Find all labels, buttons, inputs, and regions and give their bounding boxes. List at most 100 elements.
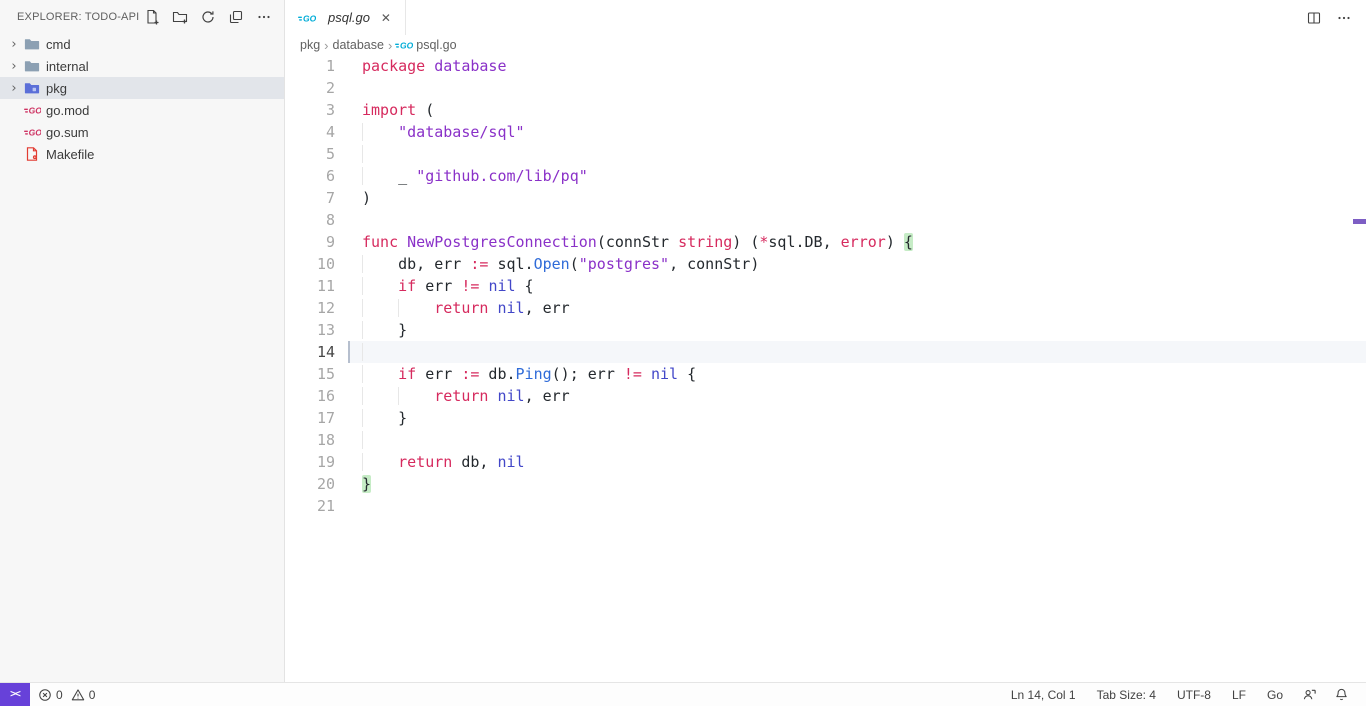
file-tree: ›cmd›internal›pkgGOgo.modGOgo.sumMakefil… bbox=[0, 33, 284, 682]
code-line[interactable]: 18 bbox=[285, 429, 1366, 451]
collapse-folders-icon[interactable] bbox=[226, 7, 246, 27]
makefile-icon bbox=[24, 146, 40, 162]
breadcrumb-item-database[interactable]: database bbox=[333, 38, 384, 52]
svg-text:GO: GO bbox=[400, 41, 413, 51]
status-bar: >< 0 0 Ln 14, Col 1 Tab Size: 4 UTF-8 LF… bbox=[0, 682, 1366, 706]
editor-more-actions-icon[interactable] bbox=[1336, 10, 1352, 26]
line-number: 5 bbox=[285, 143, 335, 165]
gutter-spacer bbox=[335, 99, 348, 121]
code-line[interactable]: 2 bbox=[285, 77, 1366, 99]
code-line-content: return db, nil bbox=[348, 451, 1366, 473]
tree-item-label: cmd bbox=[46, 37, 71, 52]
tree-item-internal[interactable]: ›internal bbox=[0, 55, 284, 77]
code-line[interactable]: 13 } bbox=[285, 319, 1366, 341]
code-line-content: if err != nil { bbox=[348, 275, 1366, 297]
chevron-right-icon: › bbox=[6, 59, 22, 74]
line-number: 20 bbox=[285, 473, 335, 495]
line-number: 19 bbox=[285, 451, 335, 473]
refresh-icon[interactable] bbox=[198, 7, 218, 27]
code-line[interactable]: 14 bbox=[285, 341, 1366, 363]
tree-item-go-mod[interactable]: GOgo.mod bbox=[0, 99, 284, 121]
code-line[interactable]: 3import ( bbox=[285, 99, 1366, 121]
line-number: 2 bbox=[285, 77, 335, 99]
warning-count: 0 bbox=[89, 688, 96, 702]
new-file-icon[interactable] bbox=[142, 7, 162, 27]
folder-icon bbox=[24, 58, 40, 74]
go-file-icon: GO bbox=[299, 10, 315, 26]
line-number: 11 bbox=[285, 275, 335, 297]
tree-item-label: Makefile bbox=[46, 147, 94, 162]
code-line[interactable]: 8 bbox=[285, 209, 1366, 231]
line-number: 15 bbox=[285, 363, 335, 385]
code-line-content: } bbox=[348, 473, 1366, 495]
tab-size[interactable]: Tab Size: 4 bbox=[1090, 683, 1163, 706]
code-line-content bbox=[348, 429, 1366, 451]
tab-close-icon[interactable]: ✕ bbox=[377, 9, 395, 27]
code-line[interactable]: 11 if err != nil { bbox=[285, 275, 1366, 297]
line-number: 16 bbox=[285, 385, 335, 407]
more-actions-icon[interactable] bbox=[254, 7, 274, 27]
tab-psql-go[interactable]: GO psql.go ✕ bbox=[285, 0, 406, 35]
notifications-bell-icon[interactable] bbox=[1329, 683, 1354, 706]
code-line[interactable]: 17 } bbox=[285, 407, 1366, 429]
code-editor[interactable]: 1 package database 23import (4 "database/s… bbox=[285, 55, 1366, 682]
eol-sequence[interactable]: LF bbox=[1225, 683, 1253, 706]
code-line-content bbox=[348, 341, 1366, 363]
code-line[interactable]: 7) bbox=[285, 187, 1366, 209]
gutter-spacer bbox=[335, 187, 348, 209]
tree-item-label: pkg bbox=[46, 81, 67, 96]
go-file-icon: GO bbox=[24, 102, 40, 118]
line-number: 1 bbox=[285, 55, 335, 77]
tree-item-makefile[interactable]: Makefile bbox=[0, 143, 284, 165]
line-number: 12 bbox=[285, 297, 335, 319]
line-number: 14 bbox=[285, 341, 335, 363]
code-line[interactable]: 19 return db, nil bbox=[285, 451, 1366, 473]
code-line-content bbox=[348, 495, 1366, 517]
code-line-content: package database bbox=[348, 55, 1366, 77]
line-number: 8 bbox=[285, 209, 335, 231]
gutter-spacer bbox=[335, 429, 348, 451]
code-line[interactable]: 1 package database bbox=[285, 55, 1366, 77]
breadcrumb: pkg › database › GO psql.go bbox=[285, 35, 1366, 55]
code-line[interactable]: 4 "database/sql" bbox=[285, 121, 1366, 143]
language-mode[interactable]: Go bbox=[1260, 683, 1290, 706]
tree-item-go-sum[interactable]: GOgo.sum bbox=[0, 121, 284, 143]
line-number: 6 bbox=[285, 165, 335, 187]
code-line[interactable]: 5 bbox=[285, 143, 1366, 165]
code-line-content: return nil, err bbox=[348, 297, 1366, 319]
tab-bar-empty bbox=[406, 0, 1292, 35]
new-folder-icon[interactable] bbox=[170, 7, 190, 27]
code-line[interactable]: 10 db, err := sql.Open("postgres", connS… bbox=[285, 253, 1366, 275]
feedback-icon[interactable] bbox=[1297, 683, 1322, 706]
breadcrumb-item-psql-go[interactable]: GO psql.go bbox=[396, 37, 456, 53]
explorer-title: EXPLORER: TODO-API bbox=[17, 11, 142, 23]
code-line[interactable]: 15 if err := db.Ping(); err != nil { bbox=[285, 363, 1366, 385]
code-line-content bbox=[348, 143, 1366, 165]
code-line[interactable]: 16 return nil, err bbox=[285, 385, 1366, 407]
cursor-position[interactable]: Ln 14, Col 1 bbox=[1004, 683, 1083, 706]
encoding[interactable]: UTF-8 bbox=[1170, 683, 1218, 706]
breadcrumb-item-pkg[interactable]: pkg bbox=[300, 38, 320, 52]
split-editor-icon[interactable] bbox=[1306, 10, 1322, 26]
tree-item-cmd[interactable]: ›cmd bbox=[0, 33, 284, 55]
gutter-spacer bbox=[335, 473, 348, 495]
code-line[interactable]: 21 bbox=[285, 495, 1366, 517]
editor-group: GO psql.go ✕ bbox=[285, 0, 1366, 682]
gutter-spacer bbox=[335, 341, 348, 363]
problems-button[interactable]: 0 0 bbox=[30, 683, 103, 706]
gutter-spacer bbox=[335, 407, 348, 429]
tree-item-pkg[interactable]: ›pkg bbox=[0, 77, 284, 99]
line-number: 9 bbox=[285, 231, 335, 253]
code-line-content: "database/sql" bbox=[348, 121, 1366, 143]
code-line[interactable]: 20} bbox=[285, 473, 1366, 495]
code-line[interactable]: 9func NewPostgresConnection(connStr stri… bbox=[285, 231, 1366, 253]
line-number: 3 bbox=[285, 99, 335, 121]
warning-icon bbox=[71, 688, 85, 702]
gutter-spacer bbox=[335, 165, 348, 187]
folder-icon bbox=[24, 36, 40, 52]
code-line[interactable]: 6 _ "github.com/lib/pq" bbox=[285, 165, 1366, 187]
code-line[interactable]: 12 return nil, err bbox=[285, 297, 1366, 319]
remote-indicator-button[interactable]: >< bbox=[0, 683, 30, 706]
explorer-sidebar: EXPLORER: TODO-API bbox=[0, 0, 285, 682]
gutter-spacer bbox=[335, 297, 348, 319]
